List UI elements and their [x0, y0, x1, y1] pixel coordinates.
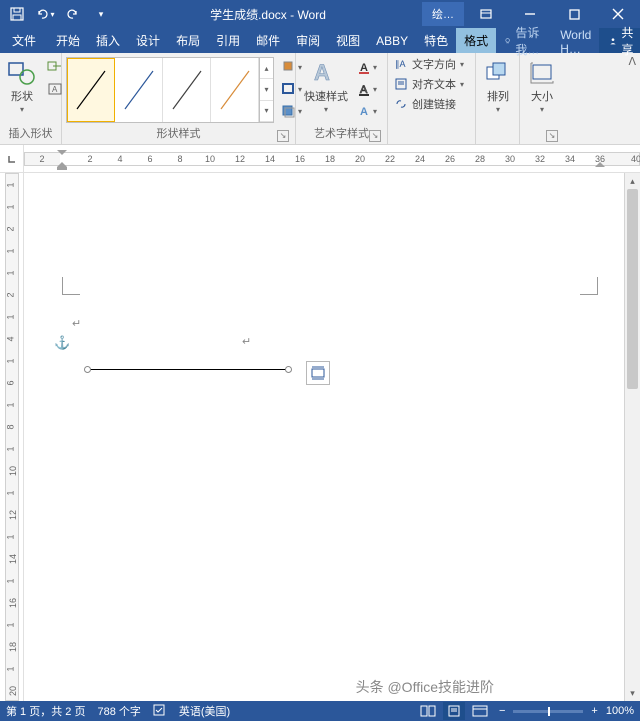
arrange-icon — [482, 57, 514, 89]
print-layout-icon[interactable] — [443, 702, 465, 720]
redo-icon[interactable] — [60, 2, 86, 26]
watermark-text: 头条 @Office技能进阶 — [356, 677, 494, 697]
tab-file[interactable]: 文件 — [0, 28, 48, 53]
shapes-button[interactable]: 形状▾ — [4, 55, 40, 117]
group-insert-shapes: 插入形状 — [4, 123, 57, 144]
tab-format[interactable]: 格式 — [456, 28, 496, 53]
tab-insert[interactable]: 插入 — [88, 28, 128, 53]
shape-styles-launcher[interactable]: ↘ — [277, 130, 289, 142]
status-proofing-icon[interactable] — [153, 704, 167, 719]
zoom-slider[interactable] — [513, 710, 583, 713]
arrange-button[interactable]: 排列▾ — [480, 55, 516, 117]
align-text-button[interactable]: 对齐文本▾ — [392, 75, 466, 93]
lightbulb-icon — [504, 35, 511, 47]
resize-handle-right[interactable] — [285, 366, 292, 373]
zoom-in-icon[interactable]: + — [587, 705, 601, 717]
undo-icon[interactable]: ▾ — [32, 2, 58, 26]
maximize-icon[interactable] — [552, 0, 596, 28]
tab-view[interactable]: 视图 — [328, 28, 368, 53]
zoom-out-icon[interactable]: − — [495, 705, 509, 717]
group-arrange — [480, 127, 515, 144]
group-wordart-styles: 艺术字样式↘ — [300, 123, 383, 144]
tab-special[interactable]: 特色 — [416, 28, 456, 53]
gallery-scroll-down[interactable]: ▾ — [260, 79, 273, 100]
read-mode-icon[interactable] — [417, 702, 439, 720]
status-language[interactable]: 英语(美国) — [179, 703, 230, 719]
svg-text:A: A — [360, 106, 368, 118]
resize-handle-left[interactable] — [84, 366, 91, 373]
status-words[interactable]: 788 个字 — [97, 703, 140, 719]
tab-abby[interactable]: ABBY — [368, 28, 416, 53]
tab-layout[interactable]: 布局 — [168, 28, 208, 53]
text-outline-button[interactable]: A▾ — [354, 79, 380, 99]
gallery-scroll-up[interactable]: ▴ — [260, 58, 273, 79]
svg-text:∥A: ∥A — [395, 59, 406, 69]
layout-options-button[interactable] — [306, 361, 330, 385]
share-button[interactable]: 共享 — [599, 28, 640, 53]
group-size: ↘ — [524, 127, 560, 144]
status-page[interactable]: 第 1 页，共 2 页 — [6, 703, 85, 719]
person-icon — [609, 35, 617, 47]
group-text — [392, 127, 471, 144]
group-shape-styles: 形状样式↘ — [66, 123, 291, 144]
paragraph-mark: ↵ — [72, 317, 81, 330]
anchor-icon: ⚓ — [54, 335, 70, 351]
vertical-scrollbar[interactable]: ▴ ▾ — [624, 173, 640, 701]
style-preset-3[interactable] — [163, 58, 211, 122]
wordart-launcher[interactable]: ↘ — [369, 130, 381, 142]
style-preset-1[interactable] — [67, 58, 115, 122]
tab-references[interactable]: 引用 — [208, 28, 248, 53]
paragraph-mark-2: ↵ — [242, 335, 251, 348]
quick-styles-button[interactable]: A 快速样式▾ — [300, 55, 352, 117]
shapes-icon — [6, 57, 38, 89]
tab-selector[interactable] — [0, 145, 24, 172]
indent-marker-right[interactable] — [594, 159, 606, 169]
tab-home[interactable]: 开始 — [48, 28, 88, 53]
create-link-button[interactable]: 创建链接 — [392, 95, 458, 113]
size-button[interactable]: 大小▾ — [524, 55, 560, 117]
tab-review[interactable]: 审阅 — [288, 28, 328, 53]
save-icon[interactable] — [4, 2, 30, 26]
web-layout-icon[interactable] — [469, 702, 491, 720]
horizontal-ruler[interactable]: 2 2 4 6 8 10 12 14 16 18 20 22 24 26 28 … — [24, 145, 640, 172]
tab-mailings[interactable]: 邮件 — [248, 28, 288, 53]
style-preset-4[interactable] — [211, 58, 259, 122]
layout-options-icon — [310, 365, 326, 381]
collapse-ribbon-icon[interactable]: ᐱ — [628, 55, 636, 68]
scroll-thumb[interactable] — [627, 189, 638, 389]
text-direction-button[interactable]: ∥A文字方向▾ — [392, 55, 466, 73]
text-fill-button[interactable]: A▾ — [354, 57, 380, 77]
page: ↵ ⚓ ↵ — [38, 185, 618, 701]
contextual-tab-label[interactable]: 绘… — [422, 2, 464, 26]
margin-corner-tr — [580, 277, 598, 295]
margin-corner-tl — [62, 277, 80, 295]
gallery-expand[interactable]: ▾ — [260, 101, 273, 122]
document-title: 学生成绩.docx - Word — [114, 6, 422, 23]
size-icon — [526, 57, 558, 89]
line-shape[interactable] — [88, 369, 288, 370]
size-launcher[interactable]: ↘ — [546, 130, 558, 142]
svg-text:A: A — [52, 85, 58, 94]
style-preset-2[interactable] — [115, 58, 163, 122]
tell-me-search[interactable]: 告诉我… — [496, 28, 552, 53]
svg-text:A: A — [314, 60, 330, 85]
account-label[interactable]: World H… — [552, 28, 599, 53]
scroll-up-icon[interactable]: ▴ — [625, 173, 640, 189]
wordart-icon: A — [310, 57, 342, 89]
vertical-ruler[interactable]: 112112141618110112114116118120 — [0, 173, 24, 701]
scroll-down-icon[interactable]: ▾ — [625, 685, 640, 701]
qat-customize-icon[interactable]: ▾ — [88, 2, 114, 26]
ribbon-options-icon[interactable] — [464, 0, 508, 28]
text-effects-button[interactable]: A▾ — [354, 101, 380, 121]
zoom-level[interactable]: 100% — [606, 705, 634, 717]
tab-design[interactable]: 设计 — [128, 28, 168, 53]
indent-marker-left[interactable] — [56, 149, 68, 171]
document-canvas[interactable]: ↵ ⚓ ↵ 头条 @Office技能进阶 — [24, 173, 624, 701]
shape-style-gallery[interactable]: ▴ ▾ ▾ — [66, 57, 274, 123]
